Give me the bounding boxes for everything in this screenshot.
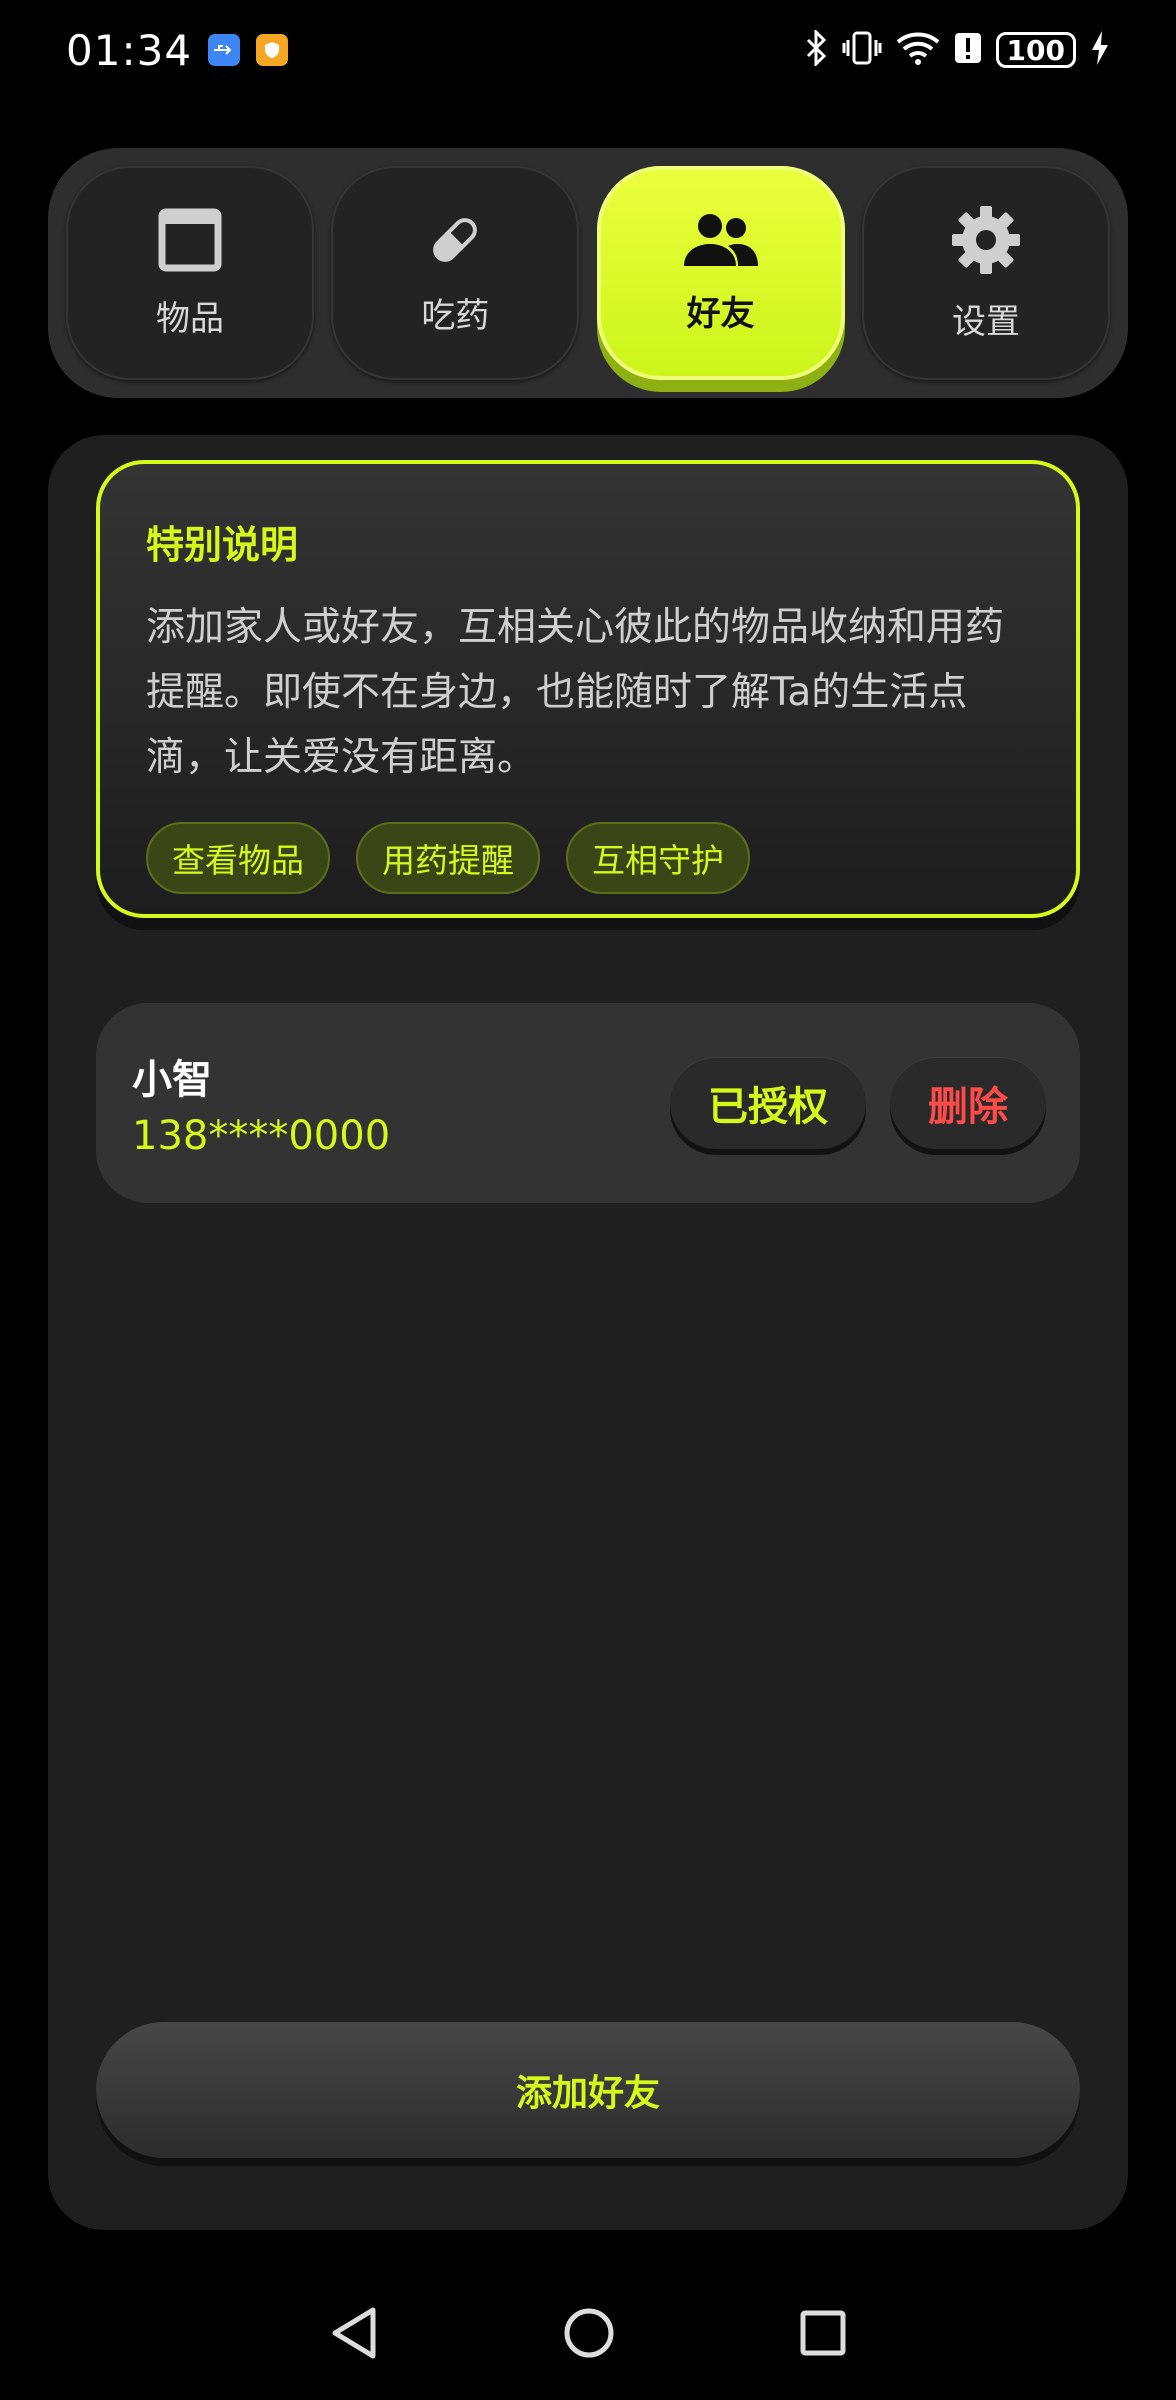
- tab-label: 物品: [156, 298, 224, 339]
- gear-icon: [950, 204, 1022, 280]
- delete-button[interactable]: 删除: [890, 1057, 1046, 1149]
- box-icon: [157, 207, 223, 277]
- shield-app-icon: [256, 34, 289, 66]
- friend-actions: 已授权 删除: [670, 1057, 1046, 1149]
- wifi-icon: [896, 30, 940, 70]
- back-icon[interactable]: [329, 2306, 379, 2364]
- friend-phone: 138****0000: [132, 1113, 391, 1159]
- chip-view-items: 查看物品: [146, 822, 330, 894]
- tab-bar: 物品 吃药 好友 设置: [48, 148, 1128, 398]
- friend-card[interactable]: 小智 138****0000 已授权 删除: [96, 1003, 1080, 1203]
- bluetooth-icon: [804, 28, 828, 70]
- battery-icon: 100: [995, 32, 1076, 68]
- status-right: 100: [804, 28, 1110, 70]
- battery-level: 100: [1006, 33, 1065, 67]
- special-note-card: 特别说明 添加家人或好友，互相关心彼此的物品收纳和用药提醒。即使不在身边，也能随…: [96, 460, 1080, 918]
- tab-label: 好友: [686, 293, 755, 334]
- people-icon: [682, 212, 760, 272]
- vibrate-icon: [842, 30, 882, 70]
- tab-label: 设置: [951, 301, 1020, 342]
- tab-settings[interactable]: 设置: [861, 166, 1110, 380]
- chip-medicine-reminder: 用药提醒: [356, 822, 540, 894]
- system-nav-bar: [0, 2270, 1176, 2400]
- status-bar: 01:34 100: [0, 0, 1176, 100]
- authorized-button[interactable]: 已授权: [670, 1057, 866, 1149]
- usb-icon: [208, 34, 241, 66]
- note-body: 添加家人或好友，互相关心彼此的物品收纳和用药提醒。即使不在身边，也能随时了解Ta…: [146, 605, 1005, 780]
- tab-friends[interactable]: 好友: [596, 166, 845, 380]
- friend-info: 小智 138****0000: [132, 1047, 390, 1159]
- feature-chips: 查看物品 用药提醒 互相守护: [146, 822, 1030, 894]
- tab-label: 吃药: [421, 295, 490, 336]
- pill-icon: [425, 210, 485, 274]
- clock: 01:34: [66, 25, 193, 75]
- add-friend-button[interactable]: 添加好友: [96, 2022, 1080, 2158]
- friend-name: 小智: [132, 1057, 212, 1103]
- charging-icon: [1090, 30, 1110, 70]
- status-left: 01:34: [66, 25, 289, 75]
- main-panel: 特别说明 添加家人或好友，互相关心彼此的物品收纳和用药提醒。即使不在身边，也能随…: [48, 435, 1128, 2230]
- alert-icon: [954, 30, 982, 70]
- tab-items[interactable]: 物品: [66, 166, 314, 380]
- tab-medicine[interactable]: 吃药: [331, 166, 580, 380]
- note-title: 特别说明: [146, 523, 299, 567]
- home-icon[interactable]: [563, 2307, 615, 2363]
- recents-icon[interactable]: [799, 2309, 847, 2361]
- chip-mutual-guard: 互相守护: [566, 822, 750, 894]
